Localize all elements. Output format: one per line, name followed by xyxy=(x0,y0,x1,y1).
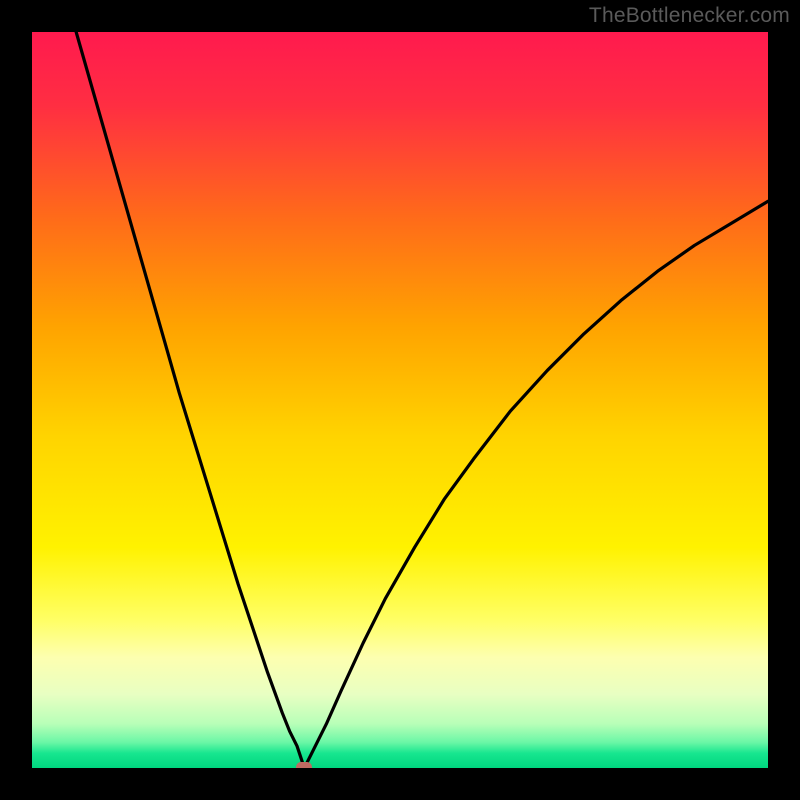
optimal-point-marker xyxy=(296,762,312,768)
bottleneck-curve xyxy=(32,32,768,768)
chart-frame: TheBottlenecker.com xyxy=(0,0,800,800)
watermark-text: TheBottlenecker.com xyxy=(589,4,790,28)
plot-area xyxy=(32,32,768,768)
